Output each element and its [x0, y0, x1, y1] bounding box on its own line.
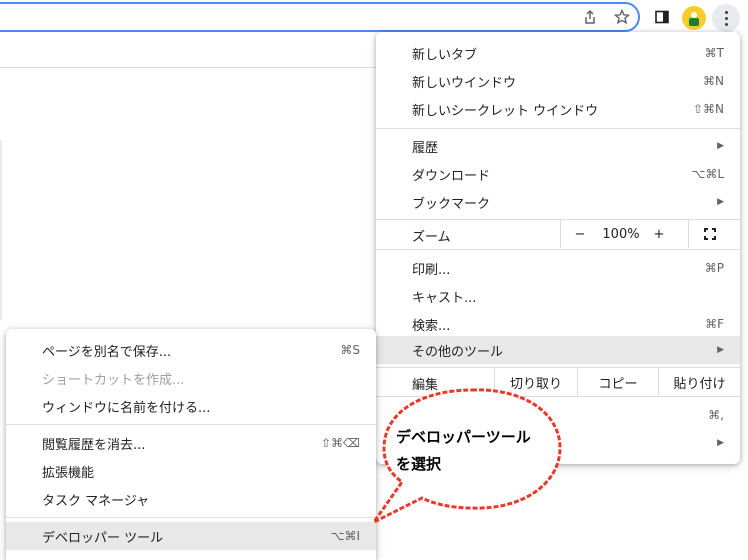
- menu-item-history[interactable]: 履歴 ▶: [376, 132, 740, 160]
- menu-item-label: デベロッパー ツール: [42, 530, 164, 546]
- zoom-level: 100%: [602, 226, 640, 242]
- submenu-arrow-icon: ▶: [717, 438, 724, 448]
- copy-button[interactable]: コピー: [578, 368, 658, 396]
- page-edge: [0, 140, 2, 320]
- menu-item-bookmarks[interactable]: ブックマーク ▶: [376, 188, 740, 216]
- menu-item-label: タスク マネージャ: [42, 493, 150, 509]
- menu-separator: [6, 517, 376, 518]
- shortcut-label: ⌥⌘I: [330, 529, 360, 543]
- shortcut-label: ⌘S: [340, 343, 360, 357]
- address-bar[interactable]: [0, 2, 640, 32]
- menu-item-new-window[interactable]: 新しいウインドウ ⌘N: [376, 67, 740, 95]
- submenu-arrow-icon: ▶: [717, 141, 724, 151]
- menu-item-new-incognito-window[interactable]: 新しいシークレット ウインドウ ⇧⌘N: [376, 95, 740, 123]
- toolbar-divider: [0, 67, 376, 68]
- side-panel-icon[interactable]: [652, 7, 672, 27]
- shortcut-label: ⇧⌘⌫: [320, 436, 360, 450]
- profile-avatar[interactable]: [682, 6, 706, 30]
- menu-item-new-tab[interactable]: 新しいタブ ⌘T: [376, 39, 740, 67]
- menu-item-label: ショートカットを作成...: [42, 372, 185, 388]
- menu-item-label: ウィンドウに名前を付ける...: [42, 400, 211, 416]
- menu-separator: [376, 128, 740, 129]
- menu-item-label: 検索...: [412, 318, 451, 334]
- submenu-item-developer-tools[interactable]: デベロッパー ツール ⌥⌘I: [6, 522, 376, 550]
- menu-item-label: ページを別名で保存...: [42, 344, 172, 360]
- submenu-arrow-icon: ▶: [717, 197, 724, 207]
- menu-item-print[interactable]: 印刷... ⌘P: [376, 254, 740, 282]
- menu-separator: [6, 424, 376, 425]
- shortcut-label: ⌘,: [708, 408, 724, 422]
- menu-item-downloads[interactable]: ダウンロード ⌥⌘L: [376, 160, 740, 188]
- menu-item-label: 新しいシークレット ウインドウ: [412, 103, 599, 119]
- star-icon[interactable]: [612, 7, 632, 27]
- submenu-item-save-page-as[interactable]: ページを別名で保存... ⌘S: [6, 336, 376, 364]
- shortcut-label: ⌘F: [705, 317, 724, 331]
- submenu-item-extensions[interactable]: 拡張機能: [6, 457, 376, 485]
- shortcut-label: ⌥⌘L: [691, 167, 724, 181]
- zoom-divider: [688, 220, 689, 248]
- shortcut-label: ⌘N: [703, 74, 724, 88]
- menu-item-label: その他のツール: [412, 344, 504, 360]
- more-tools-submenu: ページを別名で保存... ⌘S ショートカットを作成... ウィンドウに名前を付…: [6, 329, 376, 560]
- fullscreen-icon[interactable]: [704, 228, 716, 240]
- menu-item-label: 新しいウインドウ: [412, 75, 517, 91]
- callout-text: デベロッパーツール を選択: [396, 424, 531, 478]
- menu-item-find[interactable]: 検索... ⌘F: [376, 310, 740, 338]
- callout-line-2: を選択: [396, 455, 442, 473]
- submenu-item-name-window[interactable]: ウィンドウに名前を付ける...: [6, 392, 376, 420]
- submenu-item-create-shortcut: ショートカットを作成...: [6, 364, 376, 392]
- submenu-item-task-manager[interactable]: タスク マネージャ: [6, 485, 376, 513]
- submenu-item-clear-browsing-data[interactable]: 閲覧履歴を消去... ⇧⌘⌫: [6, 429, 376, 457]
- submenu-arrow-icon: ▶: [717, 345, 724, 355]
- more-menu-icon[interactable]: [712, 4, 740, 32]
- zoom-row: ズーム − 100% +: [376, 220, 740, 248]
- menu-item-label: キャスト...: [412, 290, 477, 306]
- menu-item-label: 拡張機能: [42, 465, 95, 481]
- shortcut-label: ⇧⌘N: [692, 102, 724, 116]
- menu-separator: [376, 249, 740, 250]
- share-icon[interactable]: [580, 7, 600, 27]
- menu-item-cast[interactable]: キャスト...: [376, 282, 740, 310]
- shortcut-label: ⌘P: [704, 261, 724, 275]
- menu-item-label: 新しいタブ: [412, 47, 478, 63]
- browser-toolbar: [0, 0, 748, 36]
- menu-item-label: 閲覧履歴を消去...: [42, 437, 146, 453]
- callout-line-1: デベロッパーツール: [396, 428, 531, 446]
- zoom-in-button[interactable]: +: [648, 220, 670, 248]
- menu-item-label: ブックマーク: [412, 196, 491, 212]
- menu-item-label: 印刷...: [412, 262, 451, 278]
- zoom-out-button[interactable]: −: [568, 220, 592, 248]
- zoom-divider: [560, 220, 561, 248]
- paste-button[interactable]: 貼り付け: [659, 368, 740, 396]
- menu-item-label: 履歴: [412, 140, 439, 156]
- menu-item-more-tools[interactable]: その他のツール ▶: [376, 336, 740, 364]
- menu-item-label: ダウンロード: [412, 168, 491, 184]
- shortcut-label: ⌘T: [704, 46, 724, 60]
- zoom-label: ズーム: [412, 230, 451, 245]
